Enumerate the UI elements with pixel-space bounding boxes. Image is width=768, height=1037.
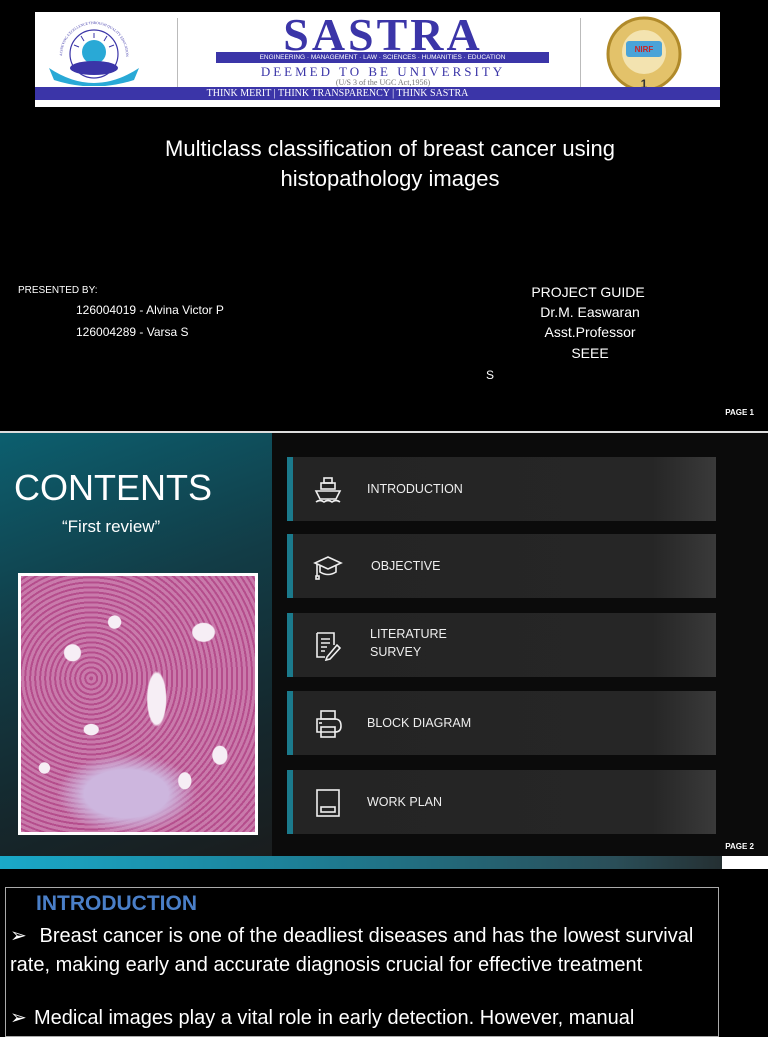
contents-item-work-plan[interactable]: WORK PLAN <box>287 770 716 834</box>
label-line: LITERATURE <box>370 627 447 641</box>
introduction-heading: INTRODUCTION <box>36 892 197 915</box>
histopathology-image <box>18 573 258 835</box>
ship-icon <box>314 477 342 503</box>
contents-subheading: “First review” <box>62 517 161 536</box>
contents-item-block-diagram[interactable]: BLOCK DIAGRAM <box>287 691 716 755</box>
bullet-text: Medical images play a vital role in earl… <box>34 1007 635 1029</box>
bullet-text: Breast cancer is one of the deadliest di… <box>10 925 694 976</box>
printer-icon <box>316 710 342 738</box>
label-line: SURVEY <box>370 645 422 659</box>
document-edit-icon <box>316 632 342 661</box>
guide-designation: Asst.Professor <box>544 324 636 340</box>
bullet-item: ➢ Breast cancer is one of the deadliest … <box>10 922 715 980</box>
contents-item-label: OBJECTIVE <box>371 559 441 573</box>
contents-heading: CONTENTS <box>14 467 212 508</box>
contents-item-label: BLOCK DIAGRAM <box>367 716 472 730</box>
slide-introduction: INTRODUCTION ➢ Breast cancer is one of t… <box>0 869 768 1037</box>
presentation-title: Multiclass classification of breast canc… <box>90 134 690 194</box>
contents-item-introduction[interactable]: INTRODUCTION <box>287 457 716 521</box>
banner-divider <box>580 18 581 88</box>
nirf-seal-logo: NIRF 1 <box>606 16 682 92</box>
university-banner: ACHIEVING EXCELLENCE THROUGH QUALITY EDU… <box>35 9 720 107</box>
disciplines-strip: ENGINEERING · MANAGEMENT · LAW · SCIENCE… <box>216 52 549 63</box>
bullet-item: ➢ Medical images play a vital role in ear… <box>10 1004 715 1033</box>
act-text: (U/S 3 of the UGC Act,1956) <box>335 78 431 87</box>
page-number: PAGE 2 <box>725 842 754 851</box>
contents-item-objective[interactable]: OBJECTIVE <box>287 534 716 598</box>
title-line: histopathology images <box>280 166 500 191</box>
accent-bar <box>0 856 768 869</box>
contents-item-label: LITERATURE SURVEY <box>370 625 447 661</box>
guide-department: SEEE <box>571 345 609 361</box>
guide-heading: PROJECT GUIDE <box>531 284 645 300</box>
university-emblem-logo: ACHIEVING EXCELLENCE THROUGH QUALITY EDU… <box>39 16 139 86</box>
banner-divider <box>177 18 178 88</box>
motto-strip: THINK MERIT | THINK TRANSPARENCY | THINK… <box>35 87 720 100</box>
arrow-bullet-icon: ➢ <box>10 925 27 947</box>
guide-name: Dr.M. Easwaran <box>540 304 640 320</box>
graduation-cap-icon <box>313 556 343 580</box>
title-line: Multiclass classification of breast canc… <box>165 136 615 161</box>
contents-item-label: WORK PLAN <box>367 795 443 809</box>
page-number: PAGE 1 <box>725 408 754 417</box>
contents-panel: CONTENTS “First review” <box>0 433 272 856</box>
arrow-bullet-icon: ➢ <box>10 1007 27 1029</box>
contents-item-literature-survey[interactable]: LITERATURE SURVEY <box>287 613 716 677</box>
tablet-icon <box>316 789 340 817</box>
nirf-lettering: NIRF <box>635 45 654 54</box>
stray-text: S <box>486 368 495 382</box>
presented-by-label: PRESENTED BY: <box>18 285 98 296</box>
contents-item-label: INTRODUCTION <box>367 482 463 496</box>
student-name: 126004289 - Varsa S <box>76 325 189 339</box>
slide-title: ACHIEVING EXCELLENCE THROUGH QUALITY EDU… <box>0 0 768 431</box>
slide-contents: CONTENTS “First review” INTRODUCTION OBJ… <box>0 433 768 869</box>
accent-bar-end <box>722 856 768 869</box>
introduction-box: INTRODUCTION ➢ Breast cancer is one of t… <box>5 887 719 1037</box>
student-name: 126004019 - Alvina Victor P <box>76 303 224 317</box>
